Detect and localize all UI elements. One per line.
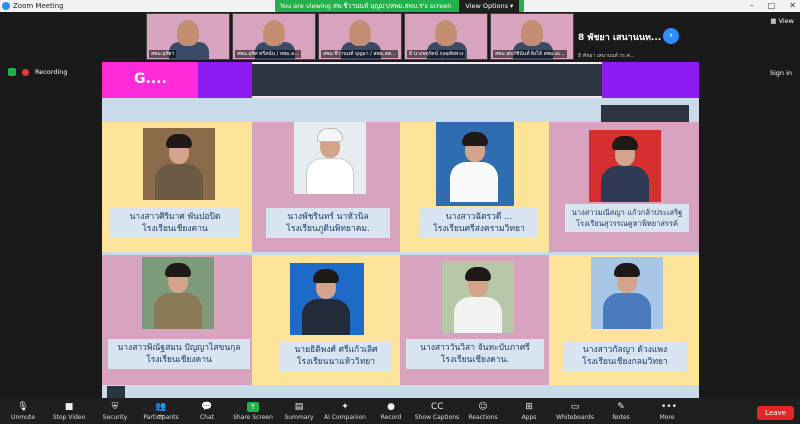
participant-thumb[interactable]: สพม.อุทัยฯ bbox=[146, 13, 230, 60]
mic-off-icon: 🎙 bbox=[17, 401, 29, 412]
maximize-icon[interactable]: □ bbox=[768, 0, 776, 12]
video-icon: ■ bbox=[64, 401, 74, 412]
more-button[interactable]: ••• More bbox=[644, 402, 690, 421]
unmute-button[interactable]: 🎙 Unmute bbox=[0, 402, 46, 421]
participants-icon: 👥77 bbox=[155, 401, 167, 421]
participant-thumb[interactable]: สพม.อุทิศ ศรีสนั่น / สพม.ล... bbox=[232, 13, 316, 60]
record-icon: ● bbox=[387, 401, 395, 412]
thumb-caption: สพม.อุทัยฯ bbox=[149, 50, 177, 58]
profile-card: นางสาวศิริมาศ พันปอปิด โรงเรียนเชียงคาน bbox=[102, 122, 252, 252]
reactions-icon: ☺ bbox=[478, 401, 488, 412]
slide-header-title: G.... bbox=[134, 71, 167, 87]
reactions-button[interactable]: ☺ Reactions bbox=[460, 402, 506, 421]
profile-label: นางสาววันวิสา จันทะบับภาศรี โรงเรียนเชียง… bbox=[406, 339, 544, 369]
share-icon: ↑ bbox=[247, 401, 259, 412]
active-speaker-caption: 8 พัชยา เสนานนท์ รร.ค่... bbox=[578, 53, 635, 59]
view-button[interactable]: ▦ View bbox=[770, 17, 794, 25]
meeting-toolbar: 🎙 Unmute ■ Stop Video ⛨ Security 👥77 Partici… bbox=[0, 398, 800, 424]
profile-card: นางสาวพิณัฐสมน ปัญญาไสขนกุล โรงเรียนเชียง… bbox=[102, 255, 252, 385]
chat-icon: 💬 bbox=[201, 401, 213, 412]
profile-photo bbox=[436, 122, 514, 206]
shield-icon bbox=[8, 68, 16, 76]
security-button[interactable]: ⛨ Security bbox=[92, 402, 138, 421]
profile-photo bbox=[442, 261, 514, 333]
profile-card: นางสาวฉัตรวดี ... โรงเรียนศรีสงครามวิทยา bbox=[400, 122, 550, 252]
summary-icon: ▤ bbox=[294, 401, 304, 412]
profile-label: นางสาวฉัตรวดี ... โรงเรียนศรีสงครามวิทยา bbox=[420, 208, 538, 238]
slide-header-bar bbox=[252, 64, 602, 96]
thumb-caption: 8 นางจตุรัตน์ กุลอุทัยพวง bbox=[407, 50, 466, 58]
summary-button[interactable]: ▤ Summary bbox=[276, 402, 322, 421]
slide-header-block: G.... bbox=[102, 62, 198, 98]
participants-button[interactable]: 👥77 Participants bbox=[138, 402, 184, 421]
show-captions-button[interactable]: CC Show Captions bbox=[414, 402, 460, 421]
share-screen-button[interactable]: ↑ Share Screen bbox=[230, 401, 276, 421]
slide-header-accent-right bbox=[602, 62, 699, 98]
sign-in-link[interactable]: Sign in bbox=[770, 69, 792, 77]
whiteboard-icon: ▭ bbox=[570, 401, 580, 412]
window-controls: – □ ✕ bbox=[750, 0, 796, 12]
shared-slide: G.... นางสาวศิริมาศ พันปอปิด โรงเรียนเชีย… bbox=[102, 62, 699, 410]
profile-card: นายธิติพงศ์ ศรีแก้วเลิศ โรงเรียนนาแห้ววิท… bbox=[252, 255, 402, 385]
thumb-caption: สพม.ชีวานนท์ บุญมา / สพม.ลพ... bbox=[321, 50, 398, 58]
notes-button[interactable]: ✎ Notes bbox=[598, 402, 644, 421]
record-button[interactable]: ● Record bbox=[368, 402, 414, 421]
slide-header-accent bbox=[198, 62, 252, 98]
apps-icon: ⊞ bbox=[525, 401, 533, 412]
recording-label: Recording bbox=[35, 68, 68, 76]
profile-label: นางพัชรินทร์ นาหัวนิล โรงเรียนภูดินพิทยาค… bbox=[266, 208, 390, 238]
participant-thumb[interactable]: สพม.สุขภัชินันท์ ผิงไธ์ สพม.อะ... bbox=[490, 13, 574, 60]
profile-photo bbox=[294, 122, 366, 194]
stop-video-button[interactable]: ■ Stop Video bbox=[46, 402, 92, 421]
profile-card: นางสาวมณีสญา แก้วกล้าประเสริฐ โรงเรียนสุว… bbox=[549, 122, 699, 252]
minimize-icon[interactable]: – bbox=[750, 0, 754, 12]
ai-icon: ✦ bbox=[341, 401, 349, 412]
profile-photo bbox=[589, 130, 661, 202]
profile-photo bbox=[591, 257, 663, 329]
leave-button[interactable]: Leave bbox=[757, 406, 794, 420]
profile-label: นายธิติพงศ์ ศรีแก้วเลิศ โรงเรียนนาแห้ววิท… bbox=[280, 341, 392, 371]
participant-thumb[interactable]: สพม.ชีวานนท์ บุญมา / สพม.ลพ... bbox=[318, 13, 402, 60]
profile-photo bbox=[143, 128, 215, 200]
thumb-caption: สพม.สุขภัชินันท์ ผิงไธ์ สพม.อะ... bbox=[493, 50, 568, 58]
notes-icon: ✎ bbox=[617, 401, 625, 412]
profile-photo bbox=[142, 257, 214, 329]
profile-card: นางพัชรินทร์ นาหัวนิล โรงเรียนภูดินพิทยาค… bbox=[252, 122, 402, 252]
cc-icon: CC bbox=[431, 401, 444, 412]
record-icon bbox=[22, 68, 29, 76]
profile-card: นางสาววันวิสา จันทะบับภาศรี โรงเรียนเชียง… bbox=[400, 255, 550, 385]
view-options-button[interactable]: View Options ▾ bbox=[459, 0, 520, 12]
zoom-logo-icon bbox=[2, 2, 10, 10]
profile-label: นางสาวกัลญา ด้วงแพง โรงเรียนเชียงกลมวิทยา bbox=[563, 341, 687, 371]
ai-companion-button[interactable]: ✦ AI Companion bbox=[322, 402, 368, 421]
meeting-stage: สพม.อุทัยฯ สพม.อุทิศ ศรีสนั่น / สพม.ล...… bbox=[0, 12, 800, 410]
thumb-caption: สพม.อุทิศ ศรีสนั่น / สพม.ล... bbox=[235, 50, 301, 58]
active-speaker-name: 8 พัชยา เสนานนท... bbox=[578, 33, 662, 43]
apps-button[interactable]: ⊞ Apps bbox=[506, 402, 552, 421]
shield-icon: ⛨ bbox=[111, 401, 119, 412]
viewing-text: You are viewing สพ.ชีวานนท์ บุญมา/สพม.ลพ… bbox=[280, 2, 452, 10]
participant-thumb[interactable]: 8 นางจตุรัตน์ กุลอุทัยพวง bbox=[404, 13, 488, 60]
screen-share-banner: You are viewing สพ.ชีวานนท์ บุญมา/สพม.ลพ… bbox=[275, 0, 525, 12]
profile-label: นางสาวพิณัฐสมน ปัญญาไสขนกุล โรงเรียนเชียง… bbox=[108, 339, 250, 369]
participant-strip: สพม.อุทัยฯ สพม.อุทิศ ศรีสนั่น / สพม.ล...… bbox=[146, 13, 574, 60]
more-icon: ••• bbox=[661, 401, 677, 412]
profile-photo bbox=[290, 263, 364, 335]
next-page-button[interactable]: › bbox=[663, 28, 679, 44]
profile-label: นางสาวมณีสญา แก้วกล้าประเสริฐ โรงเรียนสุว… bbox=[565, 204, 689, 232]
close-icon[interactable]: ✕ bbox=[789, 0, 796, 12]
recording-indicator: Recording bbox=[8, 68, 68, 76]
profile-label: นางสาวศิริมาศ พันปอปิด โรงเรียนเชียงคาน bbox=[110, 208, 240, 238]
window-title: Zoom Meeting bbox=[13, 2, 64, 10]
chat-button[interactable]: 💬 Chat bbox=[184, 402, 230, 421]
profile-card: นางสาวกัลญา ด้วงแพง โรงเรียนเชียงกลมวิทยา bbox=[549, 255, 699, 385]
whiteboards-button[interactable]: ▭ Whiteboards bbox=[552, 402, 598, 421]
